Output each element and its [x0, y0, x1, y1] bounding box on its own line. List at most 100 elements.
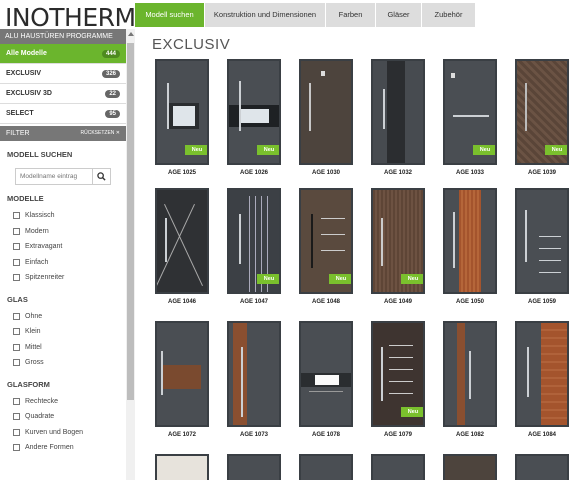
filter-option[interactable]: Extravagant [0, 239, 126, 255]
door-image[interactable] [299, 321, 353, 427]
door-image[interactable] [515, 188, 569, 294]
door-model-name[interactable]: AGE 1047 [227, 299, 281, 305]
filter-option[interactable]: Andere Formen [0, 440, 126, 456]
program-select[interactable]: SELECT 95 [0, 104, 126, 124]
door-image[interactable] [155, 454, 209, 480]
program-alle-modelle[interactable]: Alle Modelle 444 [0, 44, 126, 64]
door-model-name[interactable]: AGE 1078 [299, 432, 353, 438]
door-card[interactable]: Neu AGE 1033 [443, 59, 497, 176]
door-image[interactable] [371, 59, 425, 165]
door-model-name[interactable]: AGE 1084 [515, 432, 569, 438]
tab-konstruktion[interactable]: Konstruktion und Dimensionen [205, 3, 326, 27]
filter-option[interactable]: Rechtecke [0, 394, 126, 410]
door-image[interactable] [515, 454, 569, 480]
door-image[interactable] [371, 454, 425, 480]
door-card[interactable]: Neu AGE 1048 [299, 188, 353, 305]
door-model-name[interactable]: AGE 1033 [443, 170, 497, 176]
checkbox[interactable] [13, 397, 20, 405]
filter-option[interactable]: Gross [0, 355, 126, 371]
door-model-name[interactable]: AGE 1072 [155, 432, 209, 438]
door-model-name[interactable]: AGE 1082 [443, 432, 497, 438]
door-model-name[interactable]: AGE 1032 [371, 170, 425, 176]
door-card[interactable]: Neu AGE 1026 [227, 59, 281, 176]
door-card[interactable]: Neu AGE 1025 [155, 59, 209, 176]
door-card[interactable]: AGE 1078 [299, 321, 353, 438]
door-image[interactable] [155, 321, 209, 427]
program-exclusiv-3d[interactable]: EXCLUSIV 3D 22 [0, 84, 126, 104]
door-image[interactable] [443, 188, 497, 294]
door-image[interactable] [299, 59, 353, 165]
door-card[interactable]: Neu AGE 1079 [371, 321, 425, 438]
filter-option[interactable]: Klein [0, 324, 126, 340]
search-input[interactable] [15, 168, 93, 185]
door-card[interactable]: AGE 1082 [443, 321, 497, 438]
door-card[interactable]: Neu AGE 1047 [227, 188, 281, 305]
brand-logo[interactable]: INOTHERM [5, 3, 136, 32]
filter-option[interactable]: Modern [0, 224, 126, 240]
door-image[interactable] [443, 321, 497, 427]
door-model-name[interactable]: AGE 1079 [371, 432, 425, 438]
door-image[interactable]: Neu [371, 188, 425, 294]
checkbox[interactable] [13, 413, 20, 421]
checkbox[interactable] [13, 343, 20, 351]
door-model-name[interactable]: AGE 1050 [443, 299, 497, 305]
door-image[interactable] [155, 188, 209, 294]
tab-zubehoer[interactable]: Zubehör [422, 3, 476, 27]
door-model-name[interactable]: AGE 1059 [515, 299, 569, 305]
filter-option[interactable]: Klassisch [0, 208, 126, 224]
door-image[interactable] [299, 454, 353, 480]
filter-option[interactable]: Einfach [0, 255, 126, 271]
door-image[interactable]: Neu [515, 59, 569, 165]
door-card[interactable]: AGE 1073 [227, 321, 281, 438]
program-exclusiv[interactable]: EXCLUSIV 326 [0, 64, 126, 84]
door-card[interactable]: AGE 1030 [299, 59, 353, 176]
scroll-thumb[interactable] [127, 43, 134, 400]
door-model-name[interactable]: AGE 1030 [299, 170, 353, 176]
door-image[interactable] [227, 321, 281, 427]
door-card[interactable]: AGE 1050 [443, 188, 497, 305]
door-image[interactable]: Neu [155, 59, 209, 165]
door-card[interactable]: AGE 1084 [515, 321, 569, 438]
checkbox[interactable] [13, 258, 20, 266]
sidebar-scrollbar[interactable] [126, 29, 135, 480]
filter-option[interactable]: Kurven und Bogen [0, 425, 126, 441]
checkbox[interactable] [13, 359, 20, 367]
door-card[interactable]: Neu AGE 1039 [515, 59, 569, 176]
door-model-name[interactable]: AGE 1039 [515, 170, 569, 176]
checkbox[interactable] [13, 428, 20, 436]
checkbox[interactable] [13, 274, 20, 282]
filter-option[interactable]: Ohne [0, 309, 126, 325]
door-card[interactable]: AGE 1032 [371, 59, 425, 176]
door-image[interactable]: Neu [299, 188, 353, 294]
door-model-name[interactable]: AGE 1048 [299, 299, 353, 305]
filter-option[interactable]: Spitzenreiter [0, 270, 126, 286]
door-image[interactable] [227, 454, 281, 480]
door-image[interactable]: Neu [227, 59, 281, 165]
door-card[interactable]: AGE 1059 [515, 188, 569, 305]
search-button[interactable] [93, 168, 111, 185]
door-image[interactable]: Neu [371, 321, 425, 427]
door-model-name[interactable]: AGE 1025 [155, 170, 209, 176]
door-card[interactable]: AGE 1072 [155, 321, 209, 438]
scroll-up-arrow-icon[interactable] [128, 32, 134, 36]
reset-filter-button[interactable]: RÜCKSETZEN ✕ [81, 126, 121, 141]
door-image[interactable] [515, 321, 569, 427]
door-model-name[interactable]: AGE 1049 [371, 299, 425, 305]
door-model-name[interactable]: AGE 1073 [227, 432, 281, 438]
door-model-name[interactable]: AGE 1046 [155, 299, 209, 305]
tab-modell-suchen[interactable]: Modell suchen [135, 3, 205, 27]
door-image[interactable]: Neu [443, 59, 497, 165]
checkbox[interactable] [13, 227, 20, 235]
tab-glaeser[interactable]: Gläser [376, 3, 422, 27]
checkbox[interactable] [13, 212, 20, 220]
tab-farben[interactable]: Farben [326, 3, 376, 27]
door-model-name[interactable]: AGE 1026 [227, 170, 281, 176]
door-image[interactable]: Neu [227, 188, 281, 294]
filter-option[interactable]: Mittel [0, 340, 126, 356]
checkbox[interactable] [13, 312, 20, 320]
checkbox[interactable] [13, 444, 20, 452]
door-image[interactable] [443, 454, 497, 480]
filter-option[interactable]: Quadrate [0, 409, 126, 425]
checkbox[interactable] [13, 328, 20, 336]
door-card[interactable]: Neu AGE 1049 [371, 188, 425, 305]
